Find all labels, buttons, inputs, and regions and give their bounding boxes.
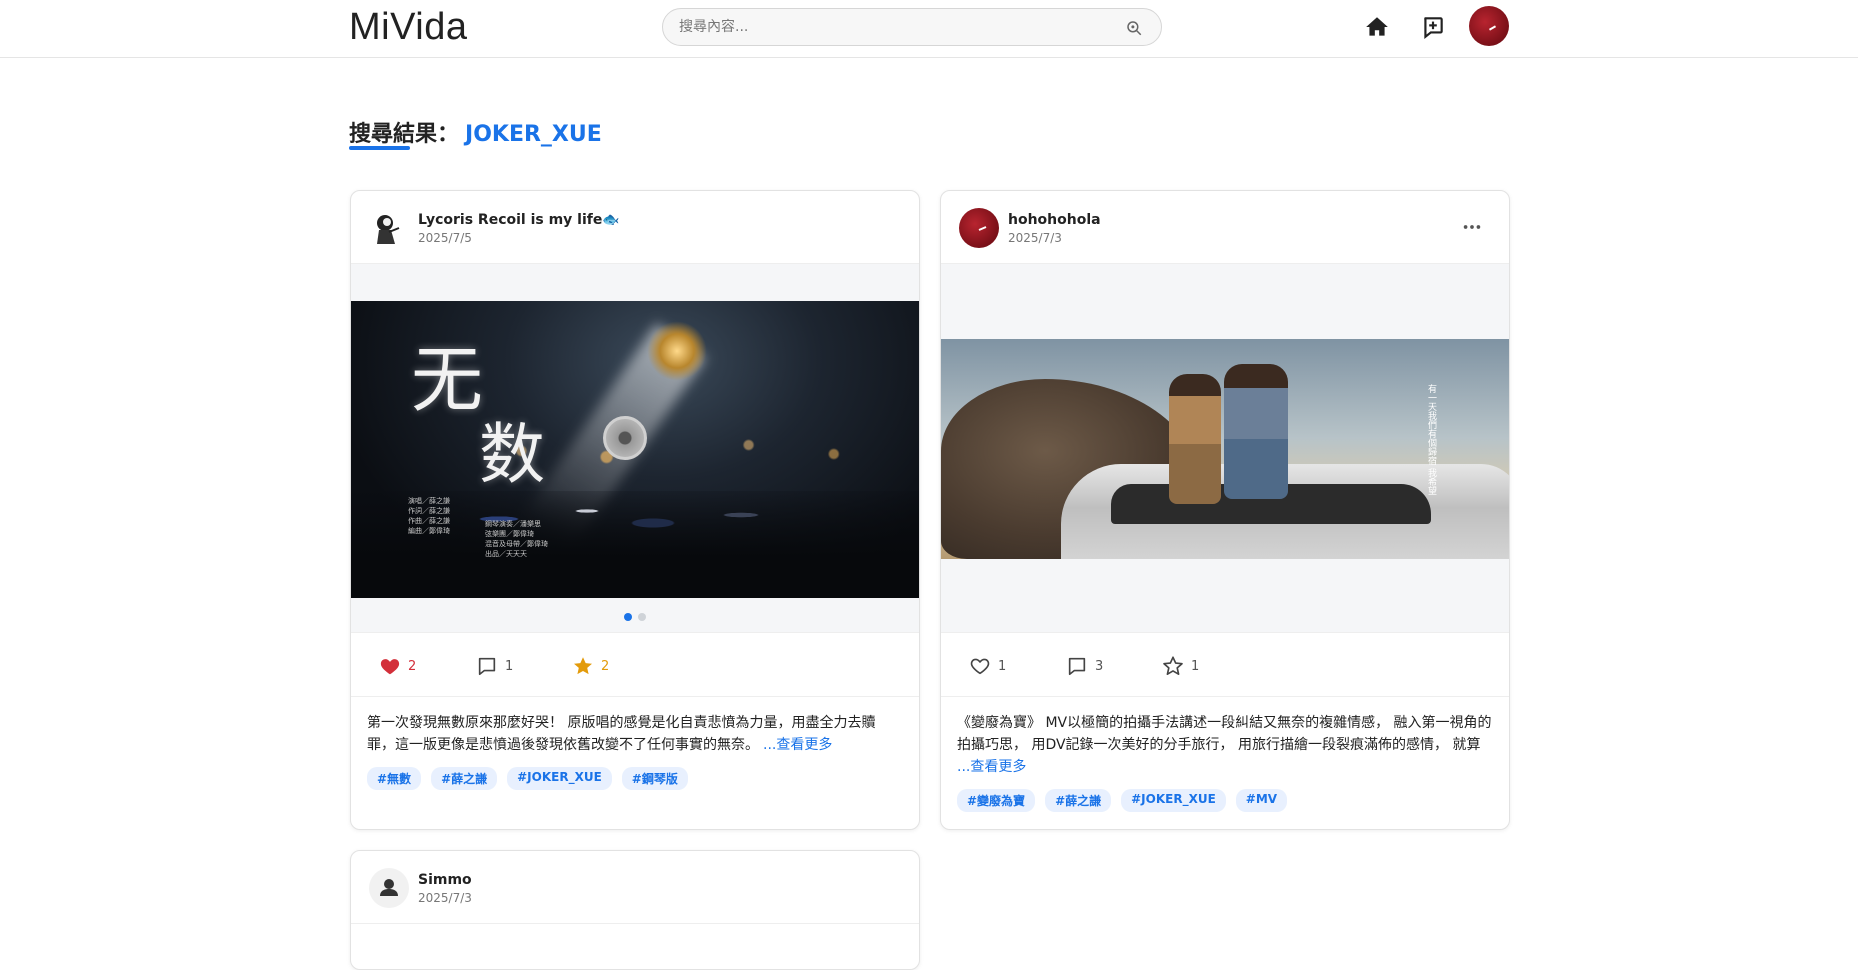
post-header: Lycoris Recoil is my life🐟 2025/7/5 [351,191,919,264]
post-card: Lycoris Recoil is my life🐟 2025/7/5 无 数 … [350,190,920,830]
add-post-icon[interactable] [1420,14,1446,40]
search-results-label: 搜尋結果： [349,122,460,147]
post-actions: 2 1 2 [351,633,919,697]
comment-icon [478,657,496,676]
carousel-dot[interactable] [624,613,632,621]
hashtag[interactable]: #薛之謙 [431,767,498,790]
home-icon[interactable] [1364,14,1390,40]
avatar[interactable] [959,208,999,248]
like-button[interactable]: 2 [379,655,416,677]
like-button[interactable]: 1 [969,655,1006,677]
star-button[interactable]: 1 [1162,655,1199,677]
post-date: 2025/7/3 [1008,231,1062,245]
image-title-char-2: 数 [479,416,545,493]
hashtag[interactable]: #鋼琴版 [621,767,688,790]
image-credits-2: 鋼琴演奏／潘樂思 弦樂團／鄭偉琦 混音及母帶／鄭偉琦 出品／天天天 [485,520,548,558]
hashtag[interactable]: #薛之謙 [1045,789,1112,812]
hashtag[interactable]: #MV [1235,789,1288,812]
vinyl-disc [603,416,647,460]
hashtag[interactable]: #無數 [367,767,422,790]
carousel-dot[interactable] [638,613,646,621]
search-icon[interactable] [1125,19,1143,37]
top-navigation-bar: MiVida [0,0,1858,58]
post-text: 《變廢為寶》 MV以極簡的拍攝手法講述一段糾結又無奈的複雜情感， 融入第一視角的… [941,697,1509,778]
post-header: hohohohola 2025/7/3 [941,191,1509,264]
post-date: 2025/7/5 [418,231,472,245]
hashtag[interactable]: #變廢為寶 [957,789,1036,812]
profile-avatar[interactable] [1469,6,1509,46]
hashtag[interactable]: #JOKER_XUE [507,767,612,790]
search-results-heading: 搜尋結果： JOKER_XUE [349,116,602,148]
comment-button[interactable]: 3 [1066,655,1103,677]
post-text: 第一次發現無數原來那麼好哭！ 原版唱的感覺是化自責悲憤為力量，用盡全力去贖罪，這… [351,697,919,756]
post-date: 2025/7/3 [418,891,472,905]
post-text-content: 《變廢為寶》 MV以極簡的拍攝手法講述一段糾結又無奈的複雜情感， 融入第一視角的… [957,715,1492,753]
comment-icon [1068,657,1086,676]
comment-count: 3 [1095,658,1104,674]
star-button[interactable]: 2 [572,655,609,677]
star-icon [574,657,592,675]
like-count: 1 [998,658,1007,674]
post-tags: #無數 #薛之謙 #JOKER_XUE #鋼琴版 [351,756,919,790]
comment-count: 1 [505,658,514,674]
image-credits: 演唱／薛之謙 作詞／薛之謙 作曲／薛之謙 編曲／鄭偉琦 [408,497,450,535]
post-image[interactable]: 无 数 演唱／薛之謙 作詞／薛之謙 作曲／薛之謙 編曲／鄭偉琦 鋼琴演奏／潘樂思… [351,301,919,598]
search-keyword: JOKER_XUE [465,122,602,147]
see-more-link[interactable]: ...查看更多 [763,737,832,753]
post-header: Simmo 2025/7/3 [351,851,919,924]
see-more-link[interactable]: ...查看更多 [957,759,1026,775]
user-icon [380,879,398,896]
avatar[interactable] [369,868,409,908]
avatar[interactable] [369,208,409,248]
search-box [662,8,1162,46]
heart-icon [380,659,400,675]
post-media[interactable]: 无 数 演唱／薛之謙 作詞／薛之謙 作曲／薛之謙 編曲／鄭偉琦 鋼琴演奏／潘樂思… [351,264,919,633]
post-media[interactable]: 有一天我們有個歸宿 我希望 [941,264,1509,633]
carousel-indicators [351,613,919,621]
app-logo[interactable]: MiVida [349,6,467,49]
comment-button[interactable]: 1 [476,655,513,677]
star-count: 2 [601,658,610,674]
post-card: hohohohola 2025/7/3 有一天我們有個歸宿 我希望 1 3 1 … [940,190,1510,830]
search-input[interactable] [679,9,1119,45]
image-title-char-1: 无 [411,338,484,422]
image-caption: 有一天我們有個歸宿 我希望 [1426,384,1436,495]
post-tags: #變廢為寶 #薛之謙 #JOKER_XUE #MV [941,778,1509,812]
post-username[interactable]: Simmo [418,872,472,888]
post-image[interactable]: 有一天我們有個歸宿 我希望 [941,339,1509,559]
like-count: 2 [408,658,417,674]
star-count: 1 [1191,658,1200,674]
heading-underline [349,146,410,150]
person [1224,364,1288,499]
post-username[interactable]: Lycoris Recoil is my life🐟 [418,212,620,228]
person [1169,374,1221,504]
post-actions: 1 3 1 [941,633,1509,697]
post-username[interactable]: hohohohola [1008,212,1101,228]
post-card: Simmo 2025/7/3 [350,850,920,970]
heart-icon [970,658,990,675]
chandelier [647,321,707,381]
star-icon [1163,656,1183,675]
hashtag[interactable]: #JOKER_XUE [1121,789,1226,812]
more-options-icon[interactable] [1461,216,1483,238]
